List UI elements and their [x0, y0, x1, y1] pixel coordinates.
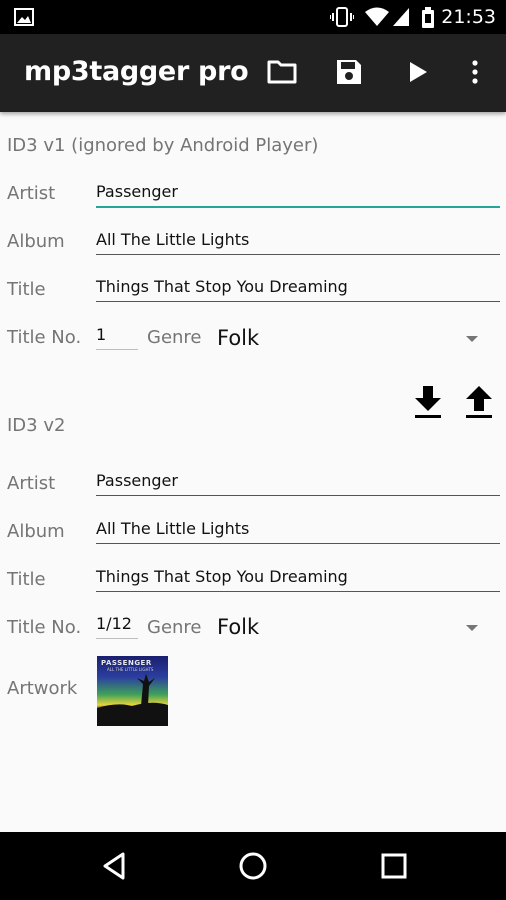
recents-button[interactable] [376, 848, 412, 884]
play-button[interactable] [398, 54, 438, 94]
wifi-icon [365, 7, 389, 32]
play-icon [408, 61, 428, 88]
id3v1-track-field[interactable]: 1 [96, 317, 138, 350]
id3v2-album-field[interactable]: All The Little Lights [96, 511, 500, 544]
tag-editor: ID3 v1 (ignored by Android Player) Artis… [0, 112, 506, 832]
id3v2-album-value: All The Little Lights [96, 519, 250, 538]
id3v2-artist-field[interactable]: Passenger [96, 463, 500, 496]
id3v1-title-value: Things That Stop You Dreaming [96, 277, 348, 296]
id3v1-album-value: All The Little Lights [96, 230, 250, 249]
clock: 21:53 [441, 6, 496, 28]
overflow-menu-button[interactable] [455, 54, 495, 94]
id3v2-artist-value: Passenger [96, 471, 178, 490]
app-bar: mp3tagger pro [0, 34, 506, 112]
save-icon [335, 58, 363, 91]
id3v1-genre-label: Genre [147, 327, 202, 348]
id3v2-genre-label: Genre [147, 617, 202, 638]
folder-icon [267, 60, 297, 89]
id3v2-track-label: Title No. [7, 617, 82, 638]
gallery-notification-icon [14, 7, 34, 32]
id3v1-title-field[interactable]: Things That Stop You Dreaming [96, 269, 500, 302]
save-button[interactable] [329, 54, 369, 94]
id3v2-album-label: Album [7, 521, 65, 542]
id3v1-track-label: Title No. [7, 327, 82, 348]
signal-icon [392, 7, 410, 32]
id3v1-genre-select[interactable]: Folk [217, 326, 259, 350]
id3v1-genre-dropdown-icon[interactable] [466, 336, 478, 342]
upload-arrow-icon [462, 386, 496, 424]
vibrate-icon [329, 7, 355, 32]
copy-v2-to-v1-button[interactable] [411, 384, 445, 420]
id3v2-genre-dropdown-icon[interactable] [466, 625, 478, 631]
id3v2-title-label: Title [7, 569, 46, 590]
id3v1-artist-value: Passenger [96, 182, 178, 201]
status-bar: 21:53 [0, 0, 506, 34]
back-button[interactable] [97, 848, 133, 884]
id3v2-genre-select[interactable]: Folk [217, 615, 259, 639]
id3v2-section-title: ID3 v2 [7, 415, 66, 436]
id3v1-album-field[interactable]: All The Little Lights [96, 222, 500, 255]
id3v1-title-label: Title [7, 279, 46, 300]
artwork-label: Artwork [7, 678, 78, 699]
id3v1-artist-field[interactable]: Passenger [96, 174, 500, 208]
artwork-image[interactable]: PASSENGER ALL THE LITTLE LIGHTS [97, 656, 168, 726]
id3v2-artist-label: Artist [7, 473, 56, 494]
id3v1-track-value: 1 [96, 325, 107, 344]
back-triangle-icon [97, 852, 133, 888]
copy-v1-to-v2-button[interactable] [462, 384, 496, 420]
open-folder-button[interactable] [262, 54, 302, 94]
id3v2-track-value: 1/12 [96, 614, 132, 633]
home-circle-icon [235, 852, 271, 888]
battery-icon [420, 7, 436, 34]
recents-square-icon [376, 853, 412, 888]
id3v1-section-title: ID3 v1 (ignored by Android Player) [7, 135, 319, 156]
navigation-bar [0, 832, 506, 900]
id3v2-title-field[interactable]: Things That Stop You Dreaming [96, 559, 500, 592]
download-arrow-icon [411, 386, 445, 424]
id3v1-artist-label: Artist [7, 183, 56, 204]
home-button[interactable] [235, 848, 271, 884]
overflow-menu-icon [471, 59, 479, 89]
id3v2-track-field[interactable]: 1/12 [96, 606, 138, 639]
id3v1-album-label: Album [7, 231, 65, 252]
app-title: mp3tagger pro [24, 56, 249, 87]
id3v2-title-value: Things That Stop You Dreaming [96, 567, 348, 586]
